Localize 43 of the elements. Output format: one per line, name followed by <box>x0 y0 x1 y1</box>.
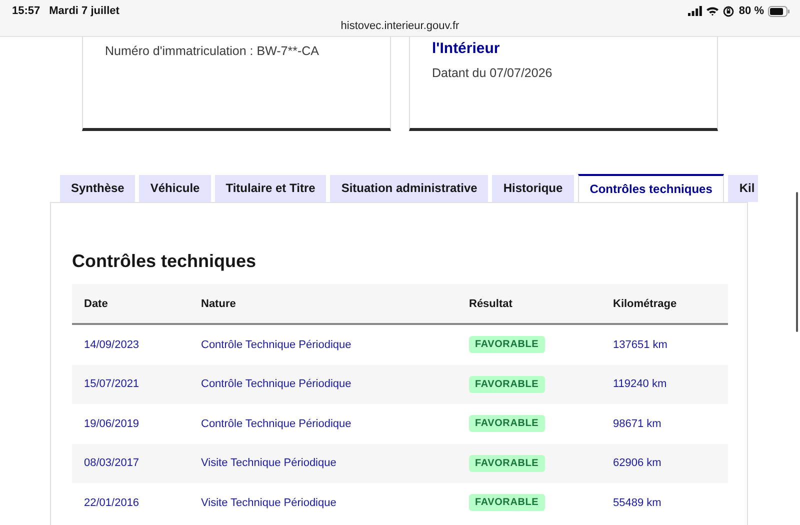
section-title: Contrôles techniques <box>72 251 256 272</box>
signal-icon <box>688 6 702 16</box>
card-text: Datant du 07/07/2026 <box>432 66 554 80</box>
column-header: Kilométrage <box>601 284 728 324</box>
mileage-text: 119240 km <box>613 378 667 390</box>
date-link[interactable]: 22/01/2016 <box>84 496 140 509</box>
tab[interactable]: Contrôles techniques <box>578 174 724 202</box>
tab[interactable]: Synthèse <box>60 175 136 202</box>
date-link[interactable]: 19/06/2019 <box>84 418 140 430</box>
orientation-lock-icon <box>722 6 734 16</box>
column-header: Date <box>72 284 189 324</box>
nature-link[interactable]: Visite Technique Périodique <box>201 496 336 509</box>
column-header: Nature <box>189 284 457 324</box>
result-badge: FAVORABLE <box>469 415 545 432</box>
mileage-text: 62906 km <box>613 457 662 470</box>
date-link[interactable]: 15/07/2021 <box>84 378 140 390</box>
card-title: l'Intérieur <box>432 40 501 58</box>
status-time: 15:57 <box>12 5 40 17</box>
mileage-text: 137651 km <box>613 338 668 351</box>
wifi-icon <box>706 6 719 16</box>
nature-link[interactable]: Contrôle Technique Périodique <box>201 418 352 430</box>
result-badge: FAVORABLE <box>469 376 545 393</box>
battery-percentage: 80 % <box>738 5 764 17</box>
date-link[interactable]: 14/09/2023 <box>84 338 140 351</box>
nature-link[interactable]: Visite Technique Périodique <box>201 457 336 470</box>
column-header: Résultat <box>457 284 601 324</box>
mileage-text: 98671 km <box>613 418 662 430</box>
tab[interactable]: Kil <box>728 175 758 202</box>
address-url[interactable]: histovec.interieur.gouv.fr <box>340 20 460 32</box>
nature-link[interactable]: Contrôle Technique Périodique <box>201 338 352 351</box>
status-date: Mardi 7 juillet <box>49 5 120 17</box>
tab[interactable]: Situation administrative <box>330 175 488 202</box>
result-badge: FAVORABLE <box>469 336 545 354</box>
battery-icon <box>768 6 790 16</box>
tab[interactable]: Historique <box>492 175 574 202</box>
result-badge: FAVORABLE <box>469 454 545 472</box>
card-text: Numéro d'immatriculation : BW-7**-CA <box>105 44 320 58</box>
nature-link[interactable]: Contrôle Technique Périodique <box>201 378 352 390</box>
tab[interactable]: Véhicule <box>139 175 211 202</box>
date-link[interactable]: 08/03/2017 <box>84 457 140 470</box>
result-badge: FAVORABLE <box>469 494 545 512</box>
mileage-text: 55489 km <box>613 496 662 509</box>
tab[interactable]: Titulaire et Titre <box>214 175 326 202</box>
